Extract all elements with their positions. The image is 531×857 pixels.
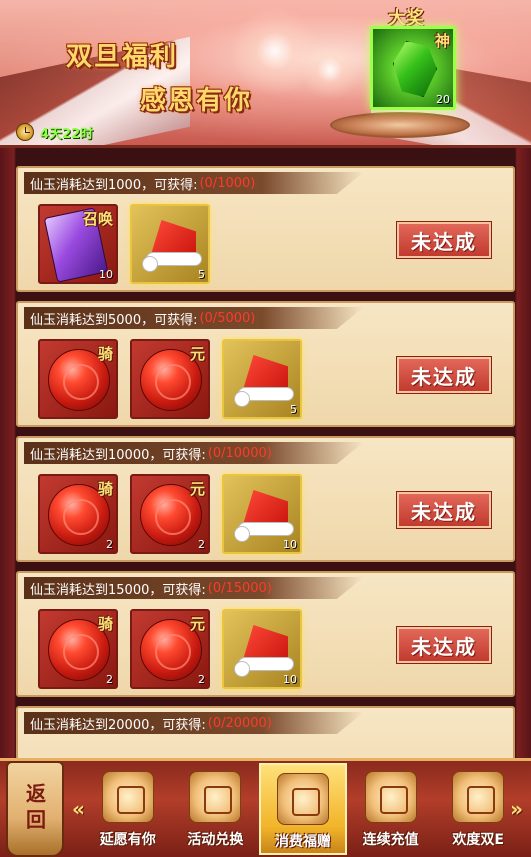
santa-hat-icon bbox=[142, 216, 202, 276]
claim-status-button[interactable]: 未达成 bbox=[396, 491, 492, 529]
reward-requirement: 仙玉消耗达到1000，可获得: bbox=[30, 177, 198, 193]
reward-item-slot[interactable]: 10 bbox=[222, 474, 302, 554]
activity-tab[interactable]: 延愿有你 bbox=[84, 763, 172, 855]
item-tag: 骑 bbox=[97, 615, 113, 633]
event-timer: 4天22时 bbox=[16, 122, 176, 142]
reward-item-slot[interactable]: 骑 bbox=[38, 339, 118, 419]
timer-text: 4天22时 bbox=[40, 126, 94, 142]
reward-item-slot[interactable]: 召唤 10 bbox=[38, 204, 118, 284]
reward-progress: (0/15000) bbox=[207, 580, 272, 596]
reward-list-frame[interactable]: 仙玉消耗达到1000，可获得: (0/1000) 召唤 10 5 未达成 仙玉消耗达到500… bbox=[0, 148, 531, 758]
reward-requirement: 仙玉消耗达到10000，可获得: bbox=[30, 447, 206, 463]
back-button[interactable]: 返回 bbox=[6, 761, 64, 857]
reward-card-header: 仙玉消耗达到10000，可获得: (0/10000) bbox=[24, 442, 364, 464]
reward-requirement: 仙玉消耗达到15000，可获得: bbox=[30, 582, 206, 598]
reward-card-header: 仙玉消耗达到15000，可获得: (0/15000) bbox=[24, 577, 364, 599]
tab-label: 延愿有你 bbox=[99, 832, 156, 848]
santa-hat-icon bbox=[234, 486, 294, 546]
santa-hat-icon bbox=[234, 351, 294, 411]
reward-progress: (0/20000) bbox=[207, 715, 272, 731]
item-count: 2 bbox=[106, 538, 113, 551]
item-tag: 元 bbox=[189, 345, 205, 363]
tab-gift-icon bbox=[101, 771, 154, 823]
reward-list: 仙玉消耗达到1000，可获得: (0/1000) 召唤 10 5 未达成 仙玉消耗达到500… bbox=[16, 166, 515, 758]
reward-progress: (0/10000) bbox=[207, 445, 272, 461]
nav-next-arrow-icon[interactable]: » bbox=[510, 797, 523, 821]
reward-card: 仙玉消耗达到1000，可获得: (0/1000) 召唤 10 5 未达成 bbox=[16, 166, 515, 292]
banner-subtitle: 感恩有你 bbox=[140, 86, 253, 116]
claim-status-button[interactable]: 未达成 bbox=[396, 221, 492, 259]
item-tag: 元 bbox=[189, 615, 205, 633]
tab-label: 活动兑换 bbox=[187, 832, 244, 848]
reward-progress: (0/5000) bbox=[199, 310, 256, 326]
activity-tab[interactable]: 活动兑换 bbox=[172, 763, 260, 855]
santa-hat-ball bbox=[234, 391, 250, 407]
item-count: 2 bbox=[198, 538, 205, 551]
prize-pedestal bbox=[330, 112, 470, 138]
claim-status-button[interactable]: 未达成 bbox=[396, 626, 492, 664]
reward-item-slot[interactable]: 5 bbox=[222, 339, 302, 419]
reward-item-slot[interactable]: 10 bbox=[222, 609, 302, 689]
item-count: 10 bbox=[283, 538, 297, 551]
santa-hat-icon bbox=[234, 621, 294, 681]
tab-label: 消费福赠 bbox=[274, 834, 331, 850]
tab-gift-icon bbox=[364, 771, 417, 823]
santa-hat-ball bbox=[142, 256, 158, 272]
activity-tab[interactable]: 消费福赠 bbox=[259, 763, 347, 855]
reward-item-slot[interactable]: 5 bbox=[130, 204, 210, 284]
santa-hat-ball bbox=[234, 661, 250, 677]
item-count: 2 bbox=[106, 673, 113, 686]
reward-progress: (0/1000) bbox=[199, 175, 256, 191]
item-tag: 骑 bbox=[97, 480, 113, 498]
reward-card-header: 仙玉消耗达到20000，可获得: (0/20000) bbox=[24, 712, 364, 734]
activity-tab[interactable]: 连续充值 bbox=[347, 763, 435, 855]
grand-prize-tag: 神 bbox=[434, 32, 450, 50]
tab-gift-icon bbox=[276, 773, 329, 825]
reward-card: 仙玉消耗达到10000，可获得: (0/10000) 骑 2 元 2 10 未达成 bbox=[16, 436, 515, 562]
santa-hat-ball bbox=[234, 526, 250, 542]
grand-prize-item[interactable]: 神 20 bbox=[370, 26, 456, 110]
item-count: 5 bbox=[198, 268, 205, 281]
banner-title: 双旦福利 bbox=[66, 42, 179, 72]
reward-item-slot[interactable]: 骑2 bbox=[38, 474, 118, 554]
claim-status-button[interactable]: 未达成 bbox=[396, 356, 492, 394]
activity-tabs: 延愿有你 活动兑换 消费福赠 连续充值 欢度双E bbox=[84, 763, 522, 855]
reward-card-header: 仙玉消耗达到5000，可获得: (0/5000) bbox=[24, 307, 364, 329]
reward-requirement: 仙玉消耗达到20000，可获得: bbox=[30, 717, 206, 733]
tab-label: 连续充值 bbox=[362, 832, 419, 848]
reward-card: 仙玉消耗达到15000，可获得: (0/15000) 骑 2 元 2 10 未达成 bbox=[16, 571, 515, 697]
grand-prize-count: 20 bbox=[436, 93, 450, 106]
tab-label: 欢度双E bbox=[452, 832, 504, 848]
item-tag: 元 bbox=[189, 480, 205, 498]
item-tag: 召唤 bbox=[82, 210, 113, 228]
nav-prev-arrow-icon[interactable]: « bbox=[72, 797, 85, 821]
item-tag: 骑 bbox=[97, 345, 113, 363]
event-banner: 双旦福利 感恩有你 4天22时 大奖 神 20 bbox=[0, 0, 531, 148]
tab-gift-icon bbox=[189, 771, 242, 823]
reward-item-slot[interactable]: 元2 bbox=[130, 609, 210, 689]
reward-item-slot[interactable]: 骑2 bbox=[38, 609, 118, 689]
reward-item-slot[interactable]: 元2 bbox=[130, 474, 210, 554]
reward-item-slot[interactable]: 元 bbox=[130, 339, 210, 419]
clock-icon bbox=[16, 123, 34, 141]
firework-decoration bbox=[300, 40, 360, 100]
item-count: 2 bbox=[198, 673, 205, 686]
back-button-label: 返回 bbox=[22, 783, 47, 835]
tab-gift-icon bbox=[452, 771, 505, 823]
item-count: 10 bbox=[283, 673, 297, 686]
item-count: 5 bbox=[290, 403, 297, 416]
reward-requirement: 仙玉消耗达到5000，可获得: bbox=[30, 312, 198, 328]
green-gem-icon bbox=[393, 41, 437, 97]
reward-card: 仙玉消耗达到20000，可获得: (0/20000) bbox=[16, 706, 515, 758]
reward-card-header: 仙玉消耗达到1000，可获得: (0/1000) bbox=[24, 172, 364, 194]
activity-tab[interactable]: 欢度双E bbox=[434, 763, 522, 855]
item-count: 10 bbox=[99, 268, 113, 281]
bottom-nav: 返回 « 延愿有你 活动兑换 消费福赠 连续充值 欢度双E » bbox=[0, 758, 531, 857]
reward-card: 仙玉消耗达到5000，可获得: (0/5000) 骑 元 5 未达成 bbox=[16, 301, 515, 427]
